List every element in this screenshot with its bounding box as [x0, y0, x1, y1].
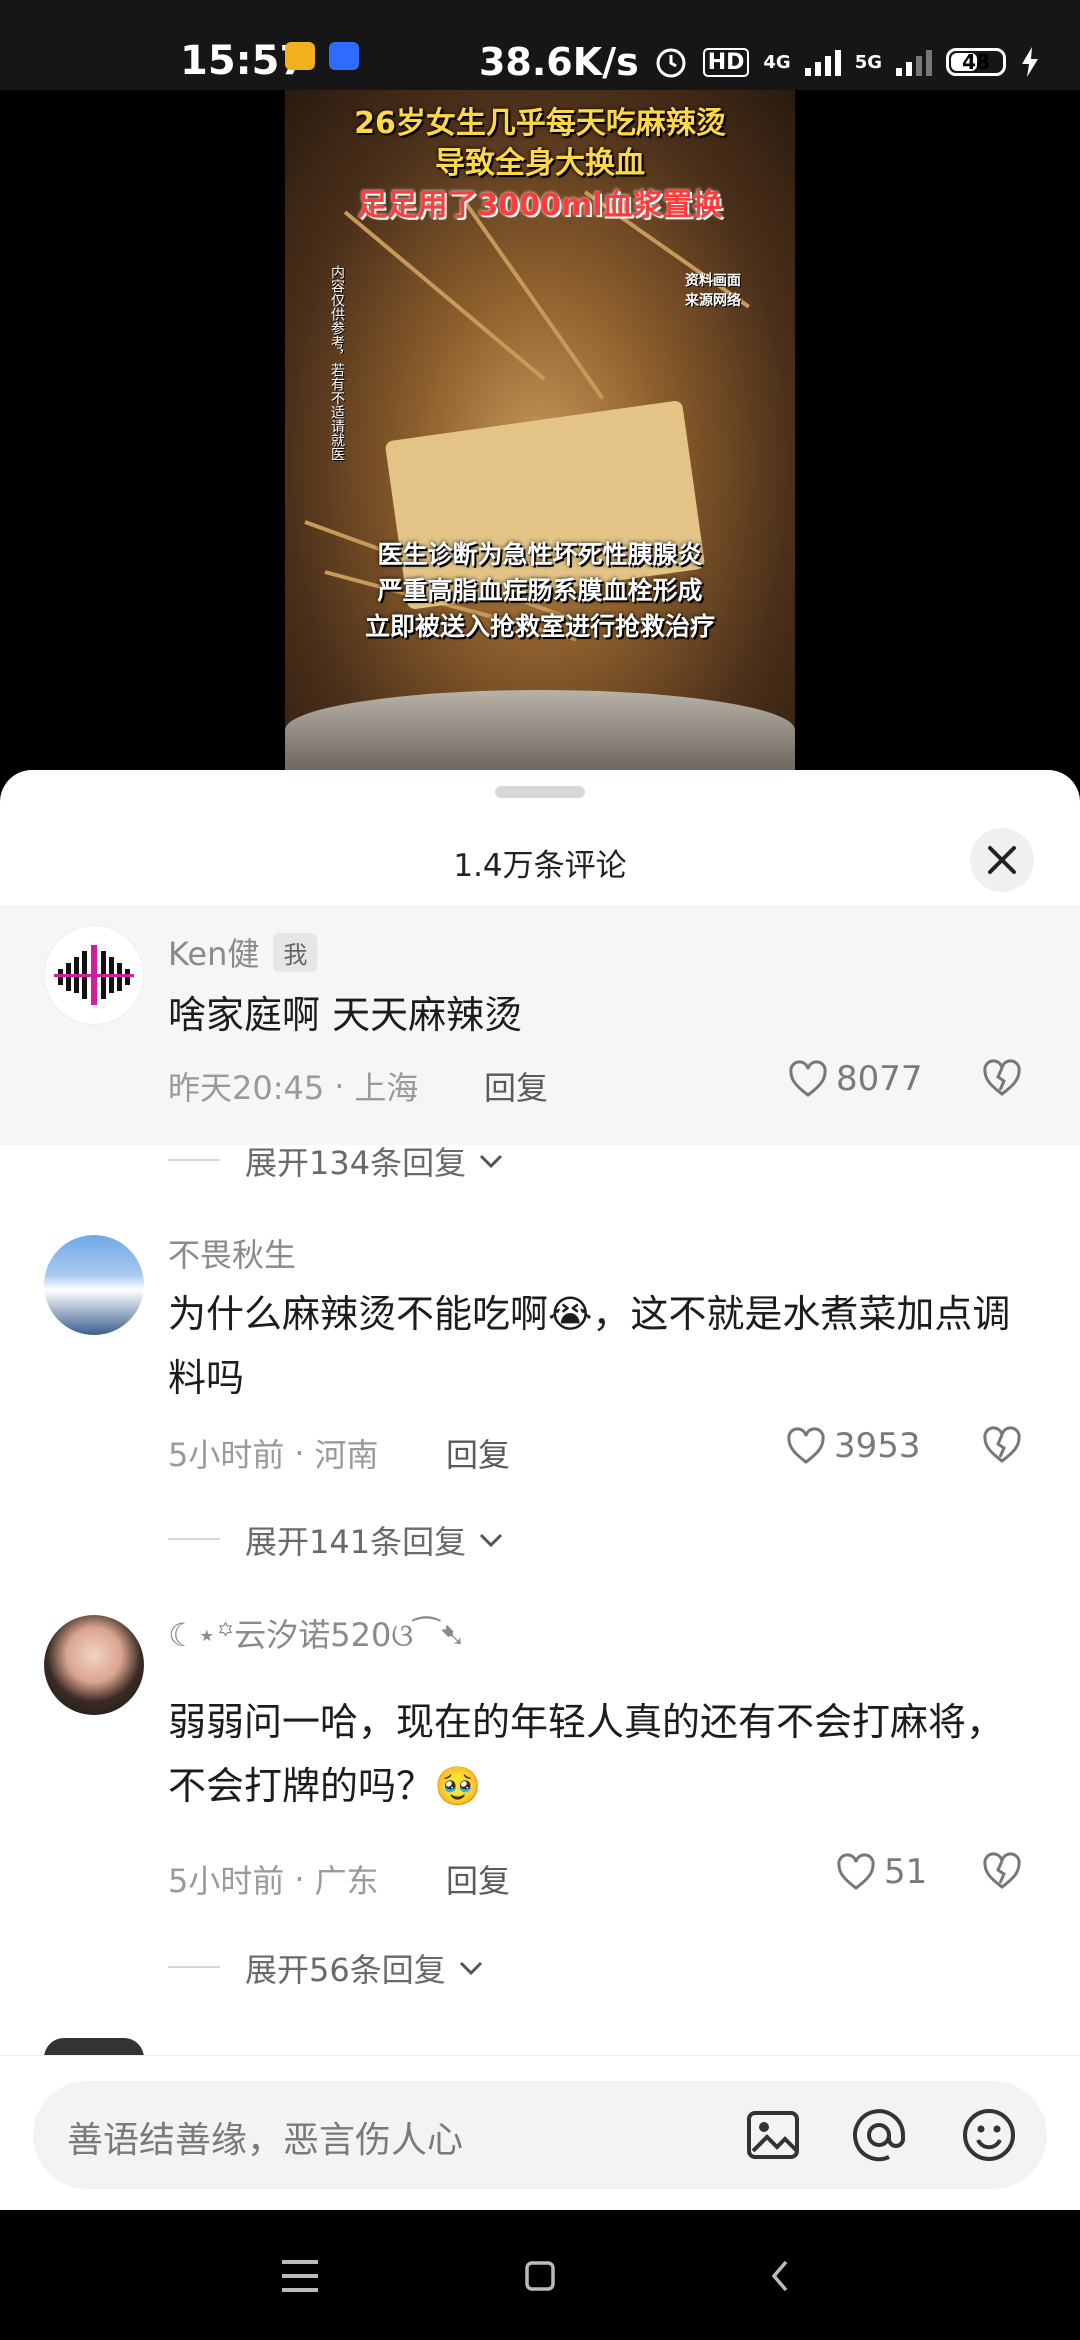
signal-5g-icon — [896, 48, 932, 76]
broken-heart-icon — [983, 1426, 1021, 1463]
comment-text: 弱弱问一哈，现在的年轻人真的还有不会打麻将，不会打牌的吗？🥹 — [168, 1700, 1005, 1808]
dislike-button[interactable] — [982, 1059, 1022, 1101]
comment-item: 不畏秋生 为什么麻辣烫不能吃啊😭，这不就是水煮菜加点调料吗 5小时前 · 河南 … — [0, 1230, 1080, 1560]
comment-author[interactable]: 不畏秋生 — [168, 1230, 296, 1276]
avatar[interactable] — [44, 925, 144, 1025]
comment-item: ☾⋆꙳云汐诺520ଓ⁀➷ 弱弱问一哈，现在的年轻人真的还有不会打麻将，不会打牌的… — [0, 1610, 1080, 1950]
video-player[interactable]: 26岁女生几乎每天吃麻辣烫 导致全身大换血 足足用了3000ml血浆置换 内容仅… — [0, 90, 1080, 770]
comment-meta: 5小时前 · 广东 — [168, 1856, 379, 1902]
video-title-line-1: 26岁女生几乎每天吃麻辣烫 — [354, 106, 726, 141]
notification-icons — [285, 42, 359, 70]
reply-button[interactable]: 回复 — [446, 1430, 510, 1476]
close-icon — [988, 846, 1016, 874]
expand-replies-button[interactable]: 展开141条回复 — [245, 1517, 504, 1563]
like-button[interactable]: 8077 — [788, 1059, 923, 1099]
comment-time: 5小时前 — [168, 1862, 285, 1900]
home-icon[interactable] — [524, 2260, 556, 2292]
video-subtitle-line-3: 立即被送入抢救室进行抢救治疗 — [364, 612, 715, 641]
comment-text: 啥家庭啊 天天麻辣烫 — [168, 993, 523, 1037]
video-disclaimer: 内容仅供参考，若有不适请就医 — [329, 265, 345, 461]
comment-author[interactable]: Ken健 我 — [168, 929, 318, 975]
comment-input[interactable]: 善语结善缘，恶言伤人心 — [33, 2081, 1047, 2189]
status-right: 38.6K/s HD 4G 5G 48 — [479, 40, 1040, 84]
comment-location: 上海 — [354, 1069, 419, 1107]
reply-button[interactable]: 回复 — [484, 1063, 548, 1109]
close-button[interactable] — [970, 828, 1034, 892]
broken-heart-icon — [983, 1059, 1021, 1096]
emoji-icon[interactable] — [961, 2107, 1017, 2163]
comments-sheet: 1.4万条评论 Ken健 我 啥家庭啊 天天麻辣烫 昨天20:45 · 上海 回… — [0, 770, 1080, 2210]
network-4g: 4G — [763, 51, 791, 73]
video-source-note: 资料画面 来源网络 — [685, 273, 741, 309]
comment-location: 河南 — [314, 1436, 379, 1474]
sheet-drag-handle[interactable] — [495, 786, 585, 798]
like-count: 51 — [884, 1852, 928, 1892]
broken-heart-icon — [983, 1852, 1021, 1889]
comment-input-placeholder: 善语结善缘，恶言伤人心 — [67, 2120, 464, 2161]
video-title-line-2: 导致全身大换血 — [435, 146, 645, 181]
video-subtitle-line-2: 严重高脂血症肠系膜血栓形成 — [377, 576, 703, 605]
comment-location: 广东 — [314, 1862, 379, 1900]
at-icon[interactable] — [851, 2107, 907, 2163]
me-tag: 我 — [273, 932, 318, 972]
hd-badge: HD — [702, 47, 750, 77]
file-notification-icon — [285, 42, 315, 70]
comment-time: 昨天20:45 — [168, 1069, 325, 1107]
reply-button[interactable]: 回复 — [446, 1856, 510, 1902]
comment-item: Ken健 我 啥家庭啊 天天麻辣烫 昨天20:45 · 上海 回复 8077 — [0, 905, 1080, 1145]
like-count: 3953 — [834, 1426, 921, 1466]
comment-time: 5小时前 — [168, 1436, 285, 1474]
image-icon[interactable] — [745, 2107, 801, 2163]
expand-replies-button[interactable]: 展开56条回复 — [245, 1945, 484, 1991]
dislike-button[interactable] — [982, 1426, 1022, 1468]
heart-icon — [837, 1853, 875, 1890]
menu-icon[interactable] — [280, 2258, 320, 2294]
comment-input-bar: 善语结善缘，恶言伤人心 — [0, 2055, 1080, 2210]
net-speed: 38.6K/s — [478, 40, 639, 84]
network-5g: 5G — [854, 51, 882, 73]
system-nav-bar — [0, 2210, 1080, 2340]
battery-icon: 48 — [946, 48, 1006, 76]
like-count: 8077 — [836, 1059, 923, 1099]
status-bar: 15:57 38.6K/s HD 4G 5G 48 — [0, 0, 1080, 90]
alarm-icon — [656, 48, 686, 78]
comments-count-title: 1.4万条评论 — [453, 848, 627, 884]
signal-4g-icon — [804, 48, 841, 76]
charging-icon — [1022, 47, 1038, 77]
video-title-line-3: 足足用了3000ml血浆置换 — [357, 188, 723, 223]
comment-meta: 5小时前 · 河南 — [168, 1430, 379, 1476]
dislike-button[interactable] — [982, 1852, 1022, 1894]
video-subtitle-line-1: 医生诊断为急性坏死性胰腺炎 — [377, 540, 703, 569]
comment-meta: 昨天20:45 · 上海 — [168, 1063, 418, 1109]
video-frame[interactable]: 26岁女生几乎每天吃麻辣烫 导致全身大换血 足足用了3000ml血浆置换 内容仅… — [285, 90, 795, 770]
heart-icon — [787, 1427, 825, 1464]
chevron-down-icon — [480, 1154, 503, 1169]
like-button[interactable]: 3953 — [786, 1426, 921, 1466]
expand-replies-button[interactable]: 展开134条回复 — [245, 1138, 504, 1184]
comment-author[interactable]: ☾⋆꙳云汐诺520ଓ⁀➷ — [168, 1610, 466, 1656]
like-button[interactable]: 51 — [836, 1852, 927, 1892]
chevron-down-icon — [480, 1533, 503, 1548]
avatar[interactable] — [44, 1615, 144, 1715]
heart-icon — [789, 1060, 827, 1097]
back-icon[interactable] — [768, 2258, 792, 2294]
comment-text: 为什么麻辣烫不能吃啊😭，这不就是水煮菜加点调料吗 — [168, 1292, 1011, 1400]
chevron-down-icon — [459, 1961, 482, 1976]
avatar[interactable] — [44, 1235, 144, 1335]
app-notification-icon — [329, 42, 359, 70]
